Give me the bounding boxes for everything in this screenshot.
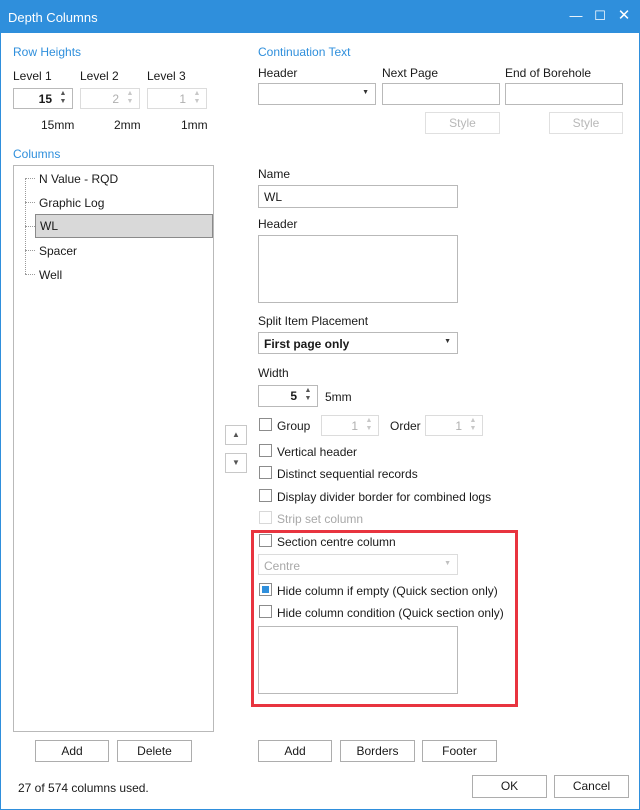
list-item-label: Graphic Log	[39, 196, 105, 210]
level1-mm: 15mm	[41, 118, 75, 132]
header-label: Header	[258, 217, 298, 231]
borders-button[interactable]: Borders	[340, 740, 415, 762]
list-item-label: Well	[39, 268, 63, 282]
chevron-down-icon: ▼	[362, 89, 369, 96]
next-page-label: Next Page	[382, 66, 439, 80]
spin-arrows-icon: ▲ ▼	[365, 417, 373, 432]
add-button[interactable]: Add	[258, 740, 332, 762]
footer-button[interactable]: Footer	[422, 740, 497, 762]
level2-label: Level 2	[80, 69, 119, 83]
name-value: WL	[264, 190, 282, 204]
level2-value: 2	[112, 92, 119, 106]
end-of-borehole-label: End of Borehole	[505, 66, 592, 80]
strip-set-checkbox	[259, 511, 272, 524]
cont-header-label: Header	[258, 66, 298, 80]
level3-value: 1	[179, 92, 186, 106]
depth-columns-dialog: Depth Columns — ☐ ✕ Row Heights Level 1 …	[0, 0, 640, 810]
minimize-icon[interactable]: —	[567, 7, 585, 25]
centre-value: Centre	[264, 559, 301, 573]
cont-header-dropdown[interactable]: ▼	[258, 83, 376, 105]
section-centre-label: Section centre column	[277, 535, 396, 549]
add-column-button[interactable]: Add	[35, 740, 109, 762]
vertical-header-checkbox[interactable]	[259, 444, 272, 457]
end-style-button[interactable]: Style	[549, 112, 623, 134]
level1-label: Level 1	[13, 69, 52, 83]
header-textarea[interactable]	[258, 235, 458, 303]
order-stepper: 1 ▲ ▼	[425, 415, 483, 436]
spin-arrows-icon[interactable]: ▲ ▼	[57, 90, 69, 106]
split-placement-value: First page only	[264, 337, 350, 351]
level3-mm: 1mm	[181, 118, 208, 132]
move-down-icon[interactable]: ▼	[225, 453, 247, 473]
level2-mm: 2mm	[114, 118, 141, 132]
order-label: Order	[390, 419, 421, 433]
maximize-icon[interactable]: ☐	[591, 7, 609, 25]
next-page-style-button[interactable]: Style	[425, 112, 500, 134]
condition-textarea[interactable]	[258, 626, 458, 694]
level2-stepper: 2 ▲ ▼	[80, 88, 140, 109]
status-text: 27 of 574 columns used.	[18, 781, 149, 795]
row-heights-title: Row Heights	[13, 45, 82, 59]
end-of-borehole-input[interactable]	[505, 83, 623, 105]
vertical-header-label: Vertical header	[277, 445, 358, 459]
display-divider-checkbox[interactable]	[259, 489, 272, 502]
list-item[interactable]: Spacer	[14, 239, 213, 263]
list-item[interactable]: Well	[14, 263, 213, 287]
columns-title: Columns	[13, 147, 61, 161]
width-mm: 5mm	[325, 390, 352, 404]
distinct-records-checkbox[interactable]	[259, 466, 272, 479]
group-stepper: 1 ▲ ▼	[321, 415, 379, 436]
chevron-down-icon: ▼	[444, 338, 451, 345]
title-bar: Depth Columns — ☐ ✕	[1, 1, 639, 33]
delete-column-button[interactable]: Delete	[117, 740, 192, 762]
group-checkbox[interactable]	[259, 418, 272, 431]
hide-condition-checkbox[interactable]	[259, 605, 272, 618]
move-up-icon[interactable]: ▲	[225, 425, 247, 445]
spin-arrows-icon: ▲ ▼	[469, 417, 477, 432]
group-value: 1	[351, 419, 358, 433]
close-icon[interactable]: ✕	[615, 7, 633, 25]
section-centre-checkbox[interactable]	[259, 534, 272, 547]
group-label: Group	[277, 419, 311, 433]
level1-stepper[interactable]: 15 ▲ ▼	[13, 88, 73, 109]
list-item-selected[interactable]: WL	[35, 214, 213, 238]
width-label: Width	[258, 366, 289, 380]
columns-list[interactable]: N Value - RQD Graphic Log WL Spacer Well	[13, 165, 214, 732]
list-item[interactable]: Graphic Log	[14, 191, 213, 215]
list-item-label: WL	[40, 219, 58, 233]
width-stepper[interactable]: 5 ▲ ▼	[258, 385, 318, 407]
list-item-label: N Value - RQD	[39, 172, 119, 186]
split-placement-dropdown[interactable]: First page only ▼	[258, 332, 458, 354]
spin-arrows-icon[interactable]: ▲ ▼	[302, 387, 314, 403]
order-value: 1	[455, 419, 462, 433]
next-page-input[interactable]	[382, 83, 500, 105]
continuation-title: Continuation Text	[258, 45, 351, 59]
level3-label: Level 3	[147, 69, 186, 83]
list-item[interactable]: N Value - RQD	[14, 167, 213, 191]
chevron-down-icon: ▼	[444, 560, 451, 567]
name-input[interactable]: WL	[258, 185, 458, 208]
strip-set-label: Strip set column	[277, 512, 364, 526]
width-value: 5	[290, 389, 297, 403]
tree-line	[25, 226, 35, 227]
ok-button[interactable]: OK	[472, 775, 547, 798]
centre-dropdown: Centre ▼	[258, 554, 458, 575]
cancel-button[interactable]: Cancel	[554, 775, 629, 798]
hide-if-empty-label: Hide column if empty (Quick section only…	[277, 584, 498, 598]
display-divider-label: Display divider border for combined logs	[277, 490, 492, 504]
level1-value: 15	[38, 92, 52, 106]
name-label: Name	[258, 167, 291, 181]
window-title: Depth Columns	[8, 10, 98, 25]
spin-arrows-icon: ▲ ▼	[193, 90, 201, 105]
distinct-records-label: Distinct sequential records	[277, 467, 418, 481]
split-placement-label: Split Item Placement	[258, 314, 369, 328]
level3-stepper: 1 ▲ ▼	[147, 88, 207, 109]
hide-condition-label: Hide column condition (Quick section onl…	[277, 606, 504, 620]
hide-if-empty-checkbox[interactable]	[259, 583, 272, 596]
spin-arrows-icon: ▲ ▼	[126, 90, 134, 105]
list-item-label: Spacer	[39, 244, 78, 258]
